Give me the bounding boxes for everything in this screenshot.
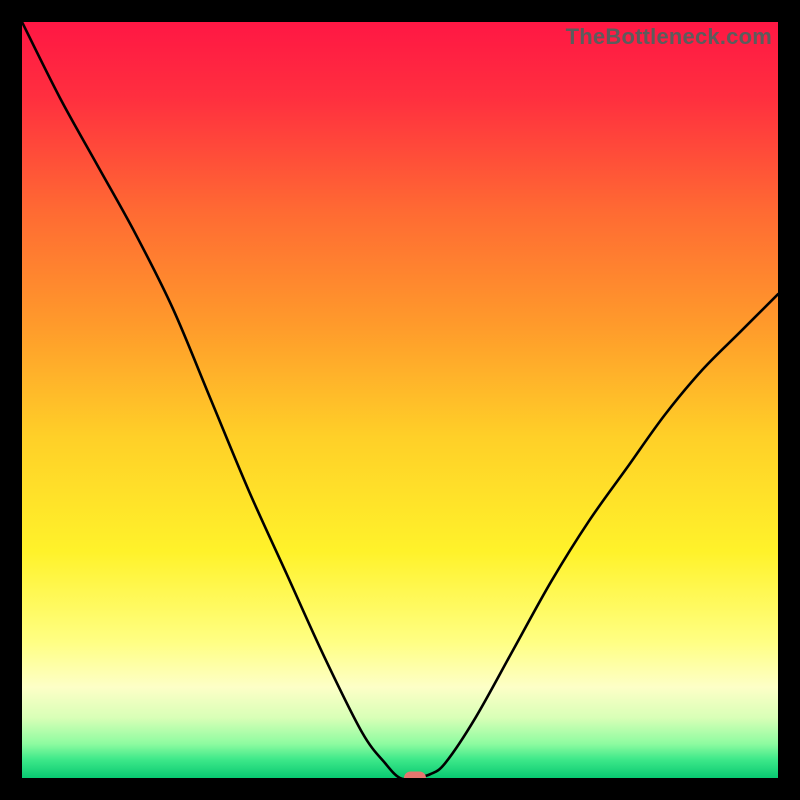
optimum-marker	[404, 772, 426, 779]
plot-area: TheBottleneck.com	[22, 22, 778, 778]
chart-frame: TheBottleneck.com	[0, 0, 800, 800]
bottleneck-curve	[22, 22, 778, 778]
